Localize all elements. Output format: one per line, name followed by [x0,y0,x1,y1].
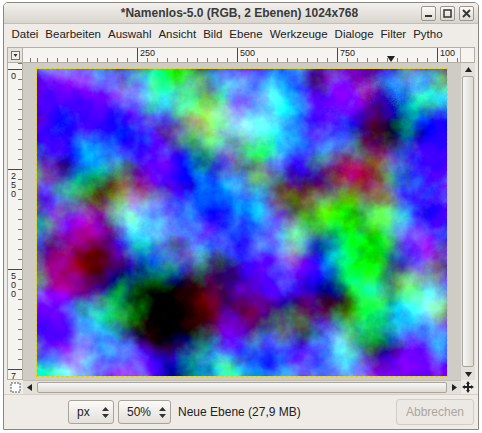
horizontal-scrollbar[interactable] [23,380,461,394]
status-bar: px 50% Neue Ebene (27,9 MB) Abbrechen [4,394,478,429]
canvas-area: 0 250 500 7 250 500 750 100 [4,45,478,394]
ruler-tick: 500 [237,48,337,62]
ruler-label: 7 [11,372,16,380]
left-arrow-icon[interactable] [23,381,37,394]
ruler-end [461,47,475,63]
status-message: Neue Ebene (27,9 MB) [175,403,392,421]
ruler-label: 250 [140,48,155,58]
ruler-tick: 250 [137,48,237,62]
ruler-tick: 750 [337,48,437,62]
title-bar: *Namenlos-5.0 (RGB, 2 Ebenen) 1024x768 [4,3,478,24]
scroll-thumb[interactable] [37,382,447,393]
navigate-icon[interactable] [461,380,475,394]
menu-item[interactable]: Ebene [226,24,266,45]
ruler-tick: 7 [8,369,22,380]
window-title: *Namenlos-5.0 (RGB, 2 Ebenen) 1024x768 [8,4,421,22]
spin-arrows-icon [102,407,109,418]
unit-select[interactable]: px [68,400,114,424]
maximize-icon[interactable] [440,6,455,21]
zoom-value: 50% [127,403,151,421]
menu-item[interactable]: Pytho [410,24,446,45]
ruler-label: 500 [11,272,16,299]
right-arrow-icon[interactable] [447,381,461,394]
image-canvas[interactable] [37,69,447,376]
unit-value: px [77,403,90,421]
pointer-marker-icon [387,56,395,62]
menu-item[interactable]: Dialoge [331,24,377,45]
zoom-select[interactable]: 50% [118,400,171,424]
vertical-ruler[interactable]: 0 250 500 7 [7,63,23,380]
cancel-button[interactable]: Abbrechen [396,399,474,425]
menu-item[interactable]: Ansicht [155,24,200,45]
menu-item[interactable]: Datei [8,24,42,45]
menu-item[interactable]: Filter [377,24,410,45]
up-arrow-icon[interactable] [461,63,475,76]
ruler-label: 0 [11,72,16,81]
menu-item[interactable]: Werkzeuge [266,24,331,45]
vertical-scrollbar[interactable] [461,63,475,380]
ruler-label: 100 [440,48,455,58]
spin-arrows-icon [159,407,166,418]
ruler-tick: 250 [8,169,22,269]
close-icon[interactable] [459,6,474,21]
scroll-thumb[interactable] [462,76,474,367]
menu-bar: DateiBearbeitenAuswahlAnsichtBildEbeneWe… [4,24,478,45]
image-window: *Namenlos-5.0 (RGB, 2 Ebenen) 1024x768 D… [3,2,479,430]
image-display [23,63,461,380]
menu-arrow-icon[interactable] [7,47,23,63]
horizontal-ruler[interactable]: 250 500 750 100 [23,47,461,63]
menu-item[interactable]: Bild [200,24,226,45]
ruler-tick: 100 [437,48,461,62]
menu-item[interactable]: Auswahl [104,24,154,45]
ruler-tick: 500 [8,269,22,369]
ruler-label: 500 [240,48,255,58]
minimize-icon[interactable] [421,6,436,21]
ruler-label: 250 [11,172,16,199]
ruler-tick: 0 [8,69,22,169]
quick-mask-icon[interactable] [7,380,23,394]
menu-item[interactable]: Bearbeiten [42,24,105,45]
ruler-label: 750 [340,48,355,58]
down-arrow-icon[interactable] [461,367,475,380]
